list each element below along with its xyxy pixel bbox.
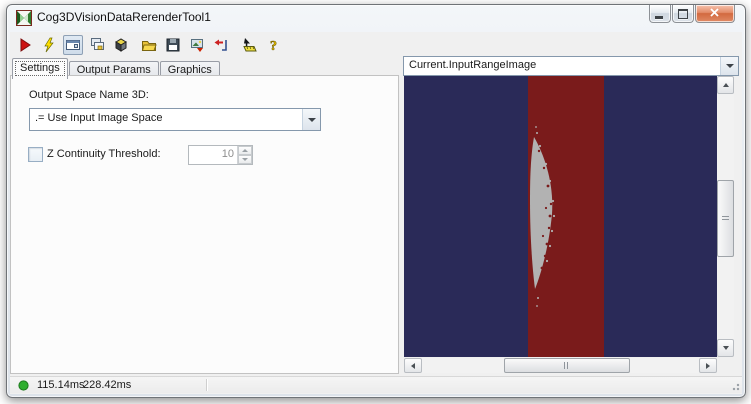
dropdown-button[interactable] [720,57,738,75]
help-icon: ? [270,38,278,53]
z-threshold-label: Z Continuity Threshold: [47,148,161,160]
client-area: ? Settings Output Params Graphics Output… [10,32,742,394]
horizontal-scroll-thumb[interactable] [504,358,630,373]
save-file-button[interactable] [163,35,183,55]
measure-button[interactable] [239,35,259,55]
scroll-left-button[interactable] [404,358,422,373]
svg-text:?: ? [270,39,277,53]
statusbar-divider [206,379,207,391]
image-export-icon [191,38,203,52]
scroll-down-button[interactable] [717,339,734,357]
chevron-down-icon [307,117,316,122]
open-file-button[interactable] [139,35,159,55]
scroll-right-button[interactable] [699,358,717,373]
output-space-combobox[interactable]: .= Use Input Image Space [29,108,321,131]
image-source-value: Current.InputRangeImage [409,59,537,71]
copy-tool-button[interactable] [87,35,107,55]
show-3d-display-button[interactable] [111,35,131,55]
settings-tab-page: Output Space Name 3D: .= Use Input Image… [10,75,399,374]
close-button[interactable] [695,5,735,23]
thumb-grip-icon [564,362,570,369]
chevron-down-icon [242,158,248,161]
total-time: 228.42ms [83,379,132,391]
run-icon [20,37,31,52]
maximize-icon [678,9,688,19]
status-light-icon [18,380,29,391]
status-bar: 115.14ms 228.42ms [10,376,742,393]
tab-settings[interactable]: Settings [12,58,68,79]
z-threshold-checkbox[interactable] [28,147,43,162]
save-floppy-icon [166,38,180,51]
cube-3d-icon [115,37,127,52]
arrow-up-icon [722,83,729,87]
toolbar: ? [10,32,742,57]
copy-image-button[interactable] [187,35,207,55]
horizontal-scrollbar[interactable] [404,358,717,373]
open-folder-icon [141,40,157,51]
vertical-scroll-thumb[interactable] [717,180,734,257]
help-button[interactable]: ? [263,35,283,55]
reset-arrow-icon [214,39,227,51]
float-window-button[interactable] [63,34,83,55]
image-source-combobox[interactable]: Current.InputRangeImage [403,56,739,76]
minimize-icon [655,16,663,19]
lightning-icon [44,37,54,52]
window-title: Cog3DVisionDataRerenderTool1 [37,10,211,24]
float-window-icon [66,39,80,50]
scrollbar-corner [717,358,734,373]
vertical-scrollbar[interactable] [717,76,734,357]
ruler-pointer-icon [243,37,257,51]
electric-run-button[interactable] [39,35,59,55]
arrow-left-icon [411,362,415,369]
z-threshold-value[interactable]: 10 [189,146,237,164]
spinner-up-button[interactable] [238,146,252,155]
range-image-canvas[interactable] [404,76,717,357]
spinner-down-button[interactable] [238,155,252,164]
maximize-button[interactable] [672,5,694,23]
output-space-label: Output Space Name 3D: [29,89,149,101]
z-threshold-spinner: 10 [188,145,253,165]
tab-label: Settings [20,62,60,74]
run-button[interactable] [15,35,35,55]
window-controls [649,5,735,23]
resize-grip[interactable] [730,381,740,391]
run-time: 115.14ms [37,379,85,391]
chevron-down-icon [725,64,734,68]
close-icon [710,8,719,17]
arrow-right-icon [706,362,710,369]
output-space-value: .= Use Input Image Space [35,112,163,124]
thumb-grip-icon [722,215,729,222]
scroll-up-button[interactable] [717,76,734,94]
minimize-button[interactable] [649,5,671,23]
dropdown-button[interactable] [302,109,320,130]
arrow-down-icon [722,346,729,350]
screen: Cog3DVisionDataRerenderTool1 ? Settings … [0,0,751,404]
copy-windows-icon [91,37,104,50]
app-window: Cog3DVisionDataRerenderTool1 ? Settings … [6,4,746,398]
app-logo-icon [16,10,32,26]
spinner-buttons [237,146,252,164]
title-bar[interactable]: Cog3DVisionDataRerenderTool1 [7,5,745,31]
reset-tool-button[interactable] [211,35,231,55]
chevron-up-icon [242,149,248,152]
